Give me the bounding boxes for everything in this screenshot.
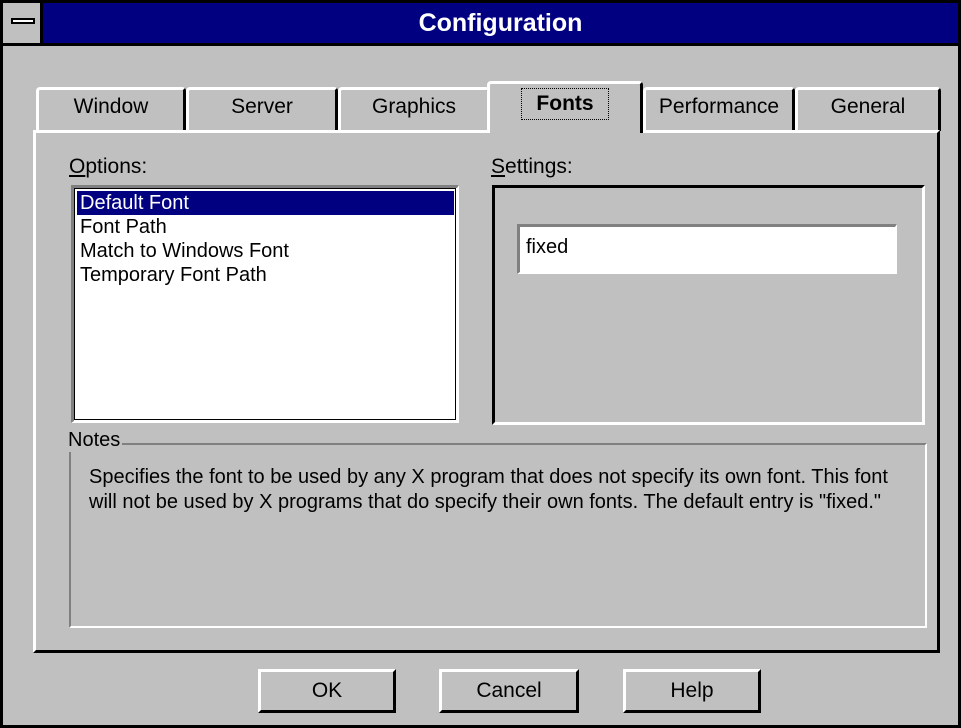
tab-fonts-label: Fonts — [521, 88, 609, 120]
settings-group: fixed — [492, 185, 925, 425]
help-button[interactable]: Help — [623, 669, 761, 713]
settings-label-text: ettings: — [505, 155, 573, 178]
list-item-default-font[interactable]: Default Font — [77, 191, 454, 215]
list-item-font-path[interactable]: Font Path — [77, 215, 454, 239]
options-label: Options: — [69, 155, 147, 179]
tab-window[interactable]: Window — [36, 87, 186, 131]
notes-group: Specifies the font to be used by any X p… — [69, 443, 927, 628]
options-listbox[interactable]: Default Font Font Path Match to Windows … — [71, 185, 459, 423]
configuration-dialog: Configuration Window Server Graphics Fon… — [0, 0, 961, 728]
list-item-temporary-font-path[interactable]: Temporary Font Path — [77, 263, 454, 287]
notes-text: Specifies the font to be used by any X p… — [89, 466, 888, 513]
settings-label: Settings: — [491, 155, 573, 179]
list-item-match-to-windows-font[interactable]: Match to Windows Font — [77, 239, 454, 263]
ok-button[interactable]: OK — [258, 669, 396, 713]
system-menu-button[interactable] — [3, 3, 43, 43]
cancel-button[interactable]: Cancel — [439, 669, 579, 713]
window-title: Configuration — [418, 9, 583, 37]
fonts-tab-panel: Options: Default Font Font Path Match to… — [33, 130, 940, 653]
settings-label-mnemonic: S — [491, 155, 506, 178]
notes-legend: Notes — [66, 429, 123, 452]
options-label-text: ptions: — [85, 155, 148, 178]
settings-value-input[interactable]: fixed — [517, 224, 897, 274]
title-bar[interactable]: Configuration — [3, 3, 958, 46]
tab-graphics[interactable]: Graphics — [338, 87, 490, 131]
tab-fonts[interactable]: Fonts — [487, 81, 643, 133]
options-label-mnemonic: O — [69, 155, 86, 178]
tab-server[interactable]: Server — [186, 87, 338, 131]
tab-performance[interactable]: Performance — [643, 87, 795, 131]
system-menu-icon — [11, 18, 35, 24]
tab-general[interactable]: General — [795, 87, 941, 131]
